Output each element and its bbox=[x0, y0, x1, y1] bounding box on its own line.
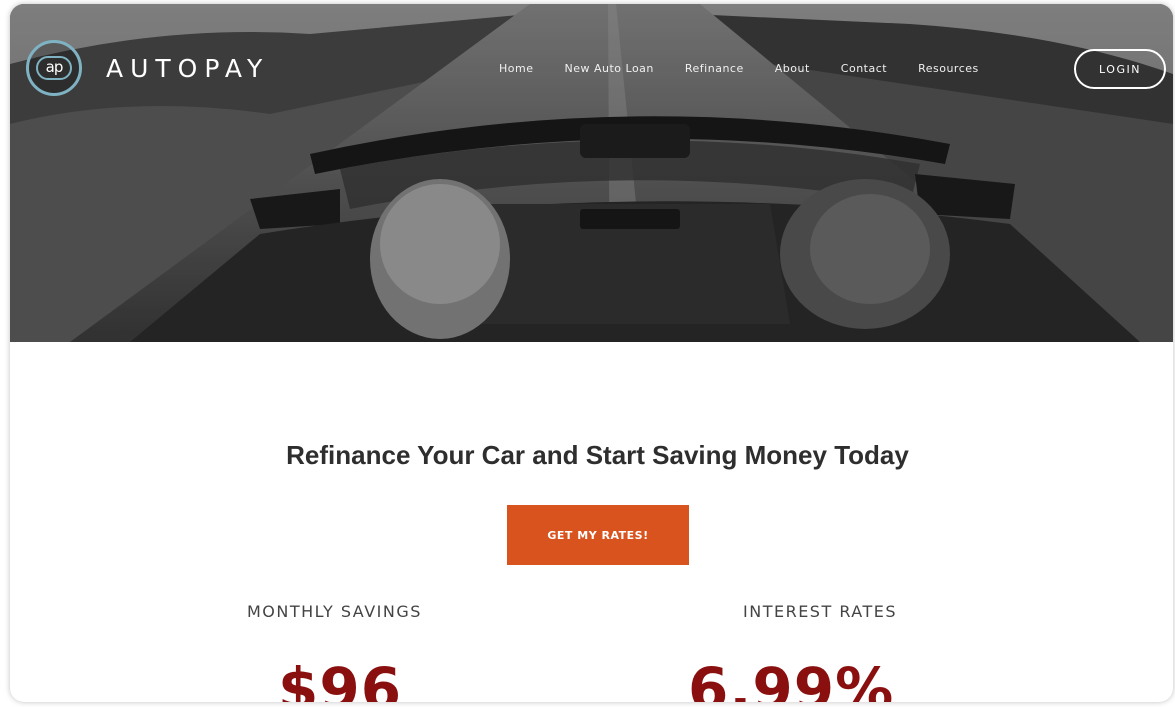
nav-item-resources[interactable]: Resources bbox=[918, 62, 979, 75]
nav-item-home[interactable]: Home bbox=[499, 62, 533, 75]
nav-item-about[interactable]: About bbox=[775, 62, 810, 75]
page-headline: Refinance Your Car and Start Saving Mone… bbox=[286, 440, 909, 470]
nav-item-new-auto-loan[interactable]: New Auto Loan bbox=[564, 62, 653, 75]
brand-name[interactable]: AUTOPAY bbox=[106, 54, 269, 83]
interest-rates-value: 6.99% bbox=[688, 655, 895, 702]
top-navigation: ap AUTOPAY Home New Auto Loan Refinance … bbox=[10, 4, 1173, 104]
hero-banner: ap AUTOPAY Home New Auto Loan Refinance … bbox=[10, 4, 1173, 342]
logo-icon[interactable]: ap bbox=[26, 40, 82, 96]
monthly-savings-label: MONTHLY SAVINGS bbox=[247, 602, 422, 621]
interest-rates-label: INTEREST RATES bbox=[743, 602, 898, 621]
login-button[interactable]: LOGIN bbox=[1074, 49, 1166, 89]
nav-item-contact[interactable]: Contact bbox=[841, 62, 887, 75]
nav-item-refinance[interactable]: Refinance bbox=[685, 62, 744, 75]
logo-mark-text: ap bbox=[36, 56, 72, 80]
get-my-rates-button[interactable]: GET MY RATES! bbox=[507, 505, 689, 565]
monthly-savings-value: $96 bbox=[278, 655, 403, 702]
browser-viewport: ap AUTOPAY Home New Auto Loan Refinance … bbox=[10, 4, 1173, 702]
nav-links: Home New Auto Loan Refinance About Conta… bbox=[499, 62, 1010, 75]
